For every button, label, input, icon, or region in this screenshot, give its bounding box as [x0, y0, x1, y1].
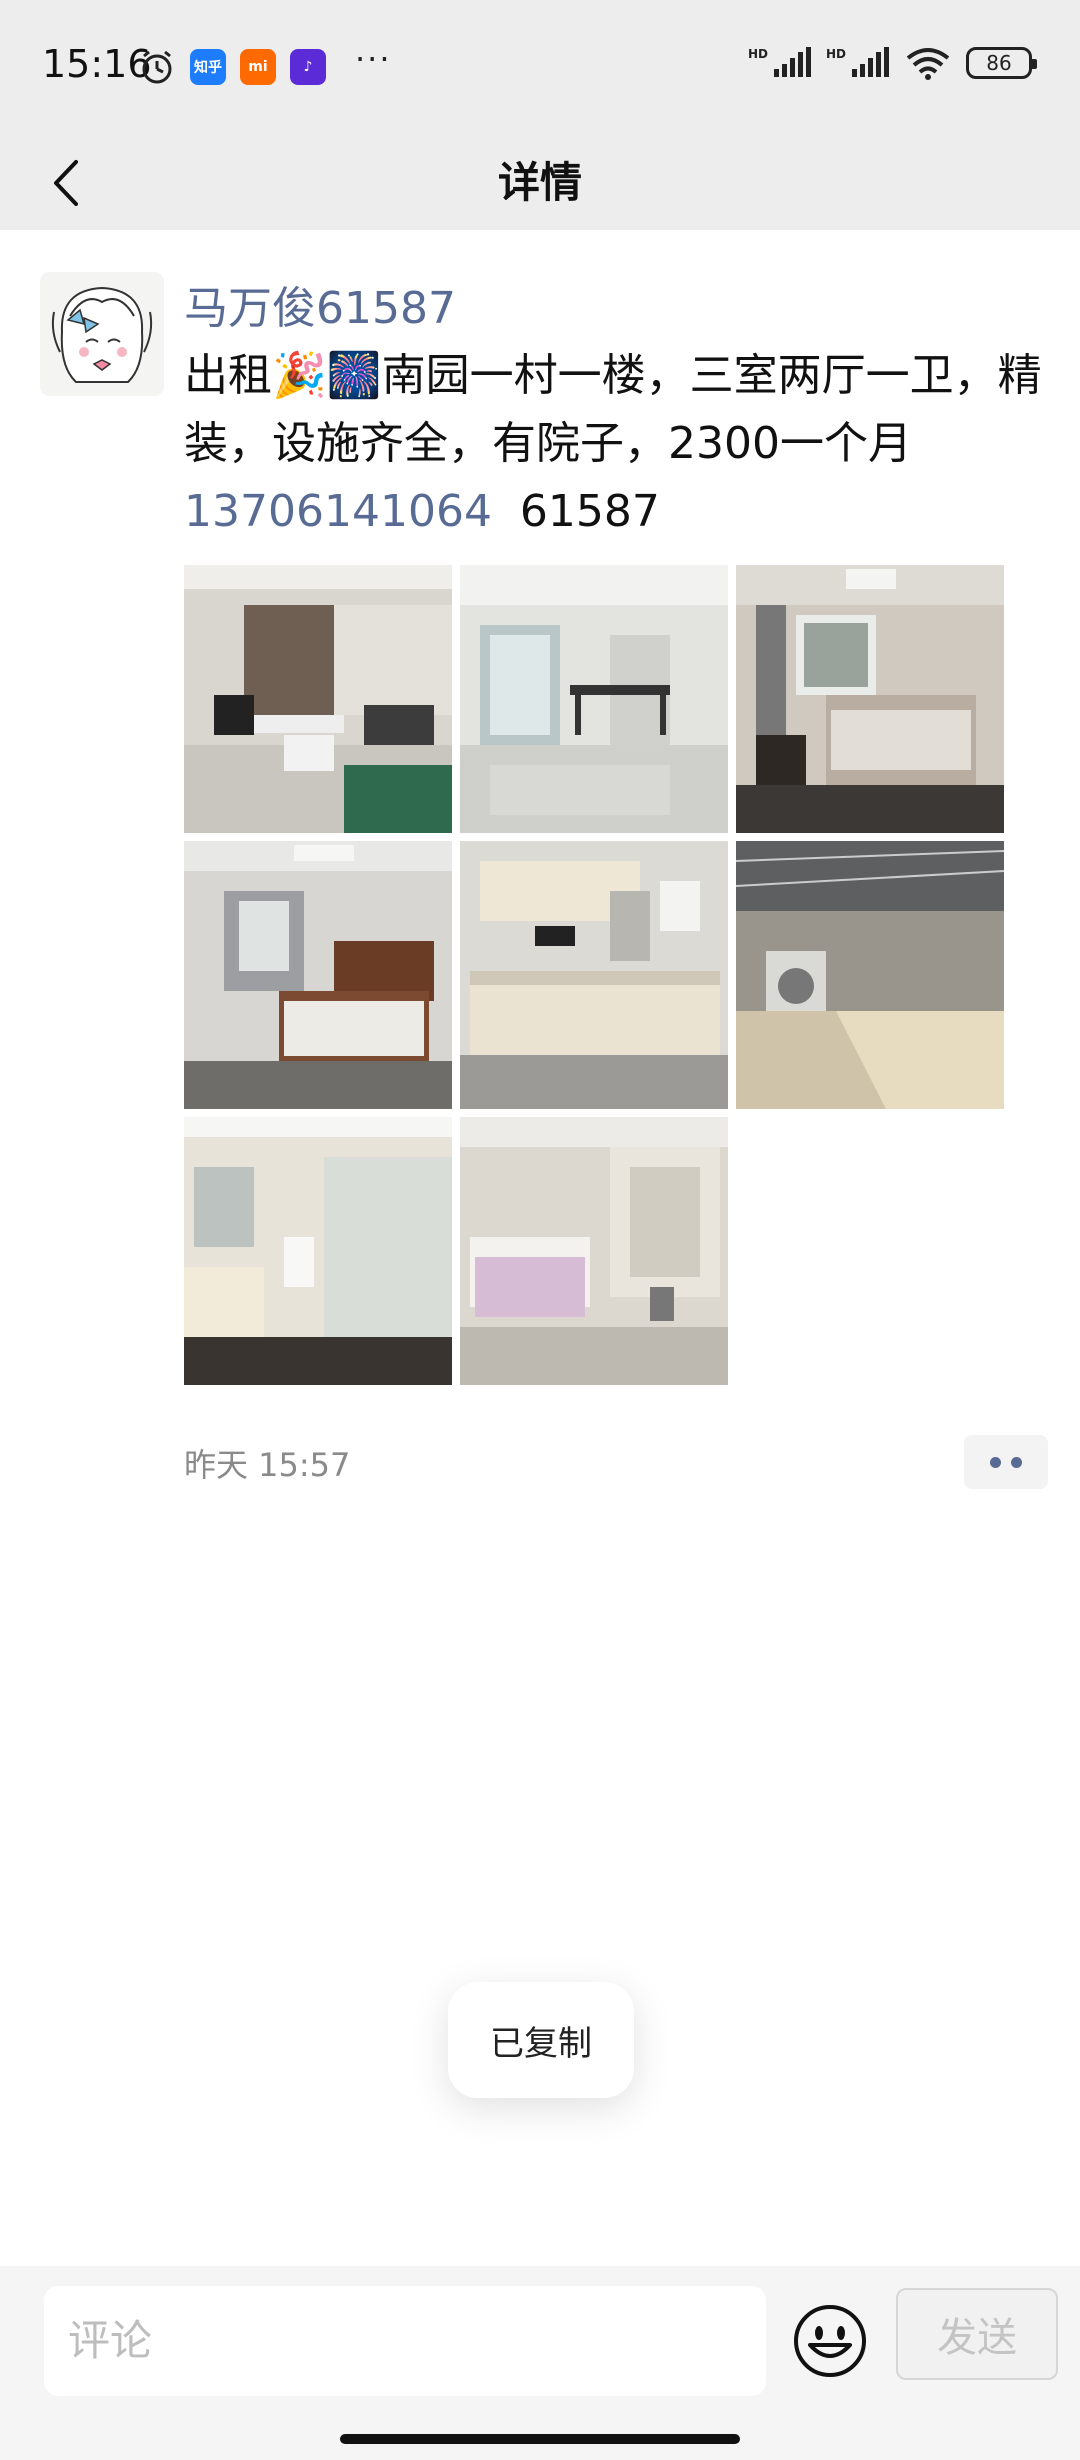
battery-level: 86	[986, 51, 1012, 75]
nav-bar: 详情	[0, 135, 1080, 230]
alarm-icon	[142, 50, 172, 84]
mi-icon: mi	[240, 49, 276, 85]
phone-link[interactable]: 13706141064	[184, 486, 492, 537]
status-bar: 15:16 知乎 mi ♪ ··· HD HD 86	[0, 0, 1080, 135]
photo-bedroom-1[interactable]	[736, 565, 1004, 833]
photo-living-room[interactable]	[184, 565, 452, 833]
photo-dining-room[interactable]	[460, 565, 728, 833]
comment-input[interactable]	[44, 2286, 766, 2396]
post-author[interactable]: 马万俊61587	[184, 272, 456, 336]
signal-icon-1	[773, 47, 811, 77]
photo-gallery	[184, 565, 1006, 1385]
more-notifications-icon: ···	[355, 40, 392, 78]
post-content: 出租🎉🎆南园一村一楼，三室两厅一卫，精装，设施齐全，有院子，2300一个月 13…	[184, 342, 1044, 546]
photo-sunroom[interactable]	[736, 841, 1004, 1109]
copied-toast: 已复制	[448, 1982, 634, 2098]
post-timestamp: 昨天 15:57	[184, 1446, 351, 1484]
send-button[interactable]: 发送	[896, 2288, 1058, 2380]
photo-bedroom-2[interactable]	[184, 841, 452, 1109]
more-dot-icon	[990, 1456, 1001, 1468]
photo-bedroom-3[interactable]	[460, 1117, 728, 1385]
smiley-icon	[794, 2305, 866, 2377]
photo-bathroom[interactable]	[184, 1117, 452, 1385]
photo-kitchen[interactable]	[460, 841, 728, 1109]
status-time: 15:16	[42, 42, 152, 86]
post-code: 61587	[519, 486, 660, 537]
wifi-icon	[906, 48, 950, 80]
douyin-icon: ♪	[290, 49, 326, 85]
more-dot-icon	[1011, 1456, 1022, 1468]
avatar[interactable]	[40, 272, 164, 396]
zhihu-icon: 知乎	[190, 49, 226, 85]
home-indicator[interactable]	[340, 2434, 740, 2444]
post-text-prefix: 出租	[184, 350, 272, 401]
battery-icon: 86	[966, 47, 1037, 79]
signal-icon-2	[852, 47, 889, 77]
avatar-illustration	[40, 272, 164, 396]
hd-label-1: HD	[747, 47, 768, 61]
hd-label-2: HD	[825, 47, 846, 61]
comment-bar: 发送	[0, 2266, 1080, 2460]
emoji-button[interactable]	[792, 2303, 868, 2379]
status-right-icons: HD HD 86	[747, 46, 1037, 80]
status-app-icons: 知乎 mi ♪	[138, 48, 326, 86]
page-title: 详情	[497, 158, 582, 207]
post-emojis: 🎉🎆	[272, 350, 382, 401]
more-actions-button[interactable]	[964, 1435, 1048, 1489]
